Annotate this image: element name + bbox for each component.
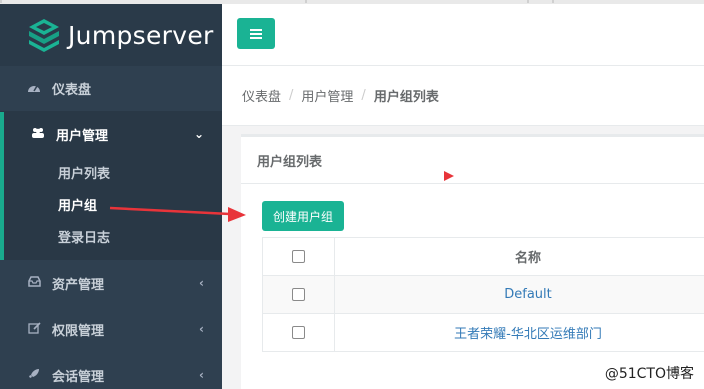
table-header-row: 名称	[262, 237, 704, 276]
sidebar-group-user-management: 用户管理 ⌄ 用户列表 用户组 登录日志	[0, 112, 222, 260]
breadcrumb-item-dashboard[interactable]: 仪表盘	[242, 86, 281, 105]
chevron-left-icon: ‹	[199, 322, 204, 336]
sidebar-item-dashboard[interactable]: 仪表盘	[0, 66, 222, 112]
chevron-down-icon: ⌄	[193, 127, 204, 141]
edit-icon	[26, 321, 42, 337]
top-strip-segment	[552, 0, 554, 3]
column-header-name[interactable]: 名称	[334, 237, 704, 276]
sidebar-item-user-management[interactable]: 用户管理 ⌄	[4, 112, 222, 156]
rocket-icon	[26, 368, 42, 383]
hamburger-line	[250, 36, 262, 39]
sidebar-item-permission-management[interactable]: 权限管理 ‹	[0, 306, 222, 352]
sidebar-subitem-login-log[interactable]: 登录日志	[4, 220, 222, 252]
sidebar-item-label: 会话管理	[52, 369, 105, 385]
sidebar-subitem-user-group[interactable]: 用户组	[4, 188, 222, 220]
breadcrumb: 仪表盘 / 用户管理 / 用户组列表	[222, 66, 704, 126]
chevron-left-icon: ‹	[199, 276, 204, 290]
row-checkbox[interactable]	[292, 326, 305, 339]
sidebar: Jumpserver 仪表盘 用户管理 ⌄ 用户列表 用户组 登录日志 资产管理…	[0, 4, 222, 389]
sidebar-subitem-user-list[interactable]: 用户列表	[4, 156, 222, 188]
sidebar-item-label: 权限管理	[52, 323, 105, 339]
create-user-group-button[interactable]: 创建用户组	[262, 201, 345, 231]
chevron-left-icon: ‹	[199, 368, 204, 382]
select-all-cell	[262, 237, 335, 276]
sidebar-item-label: 用户管理	[56, 128, 109, 144]
breadcrumb-item-current: 用户组列表	[373, 90, 439, 105]
group-name-link[interactable]: 王者荣耀-华北区运维部门	[334, 313, 704, 352]
table-row: Default	[262, 275, 704, 314]
group-name-link[interactable]: Default	[334, 275, 704, 314]
watermark: @51CTO博客	[602, 363, 696, 383]
row-checkbox-cell	[262, 313, 335, 352]
user-group-table: 名称 Default 王者荣耀-华北区运维部门	[262, 237, 704, 352]
sidebar-item-label: 资产管理	[52, 277, 105, 293]
inbox-icon	[26, 276, 42, 290]
row-checkbox-cell	[262, 275, 335, 314]
top-navbar	[222, 4, 704, 66]
sidebar-item-label: 仪表盘	[52, 83, 92, 98]
table-row: 王者荣耀-华北区运维部门	[262, 313, 704, 352]
breadcrumb-separator: /	[361, 88, 366, 103]
menu-toggle-button[interactable]	[237, 18, 275, 49]
top-strip-segment	[527, 0, 529, 3]
submenu-user-management: 用户列表 用户组 登录日志	[4, 156, 222, 260]
dashboard-icon	[26, 82, 42, 96]
breadcrumb-separator: /	[289, 88, 294, 103]
hamburger-line	[250, 28, 262, 31]
sidebar-item-asset-management[interactable]: 资产管理 ‹	[0, 260, 222, 306]
sidebar-item-session-management[interactable]: 会话管理 ‹	[0, 352, 222, 389]
app-name: Jumpserver	[68, 20, 214, 50]
user-group-panel: 用户组列表 创建用户组 名称 Default 王者荣耀-华北区运维部门	[241, 134, 704, 389]
users-icon	[30, 127, 46, 141]
top-strip-segment	[305, 0, 307, 3]
jumpserver-logo-icon	[29, 19, 59, 52]
top-strip-segment	[0, 0, 2, 3]
select-all-checkbox[interactable]	[292, 250, 305, 263]
app-logo[interactable]: Jumpserver	[0, 4, 222, 66]
hamburger-line	[250, 32, 262, 35]
panel-title: 用户组列表	[241, 137, 704, 184]
breadcrumb-item-user-management[interactable]: 用户管理	[301, 86, 353, 105]
row-checkbox[interactable]	[292, 288, 305, 301]
